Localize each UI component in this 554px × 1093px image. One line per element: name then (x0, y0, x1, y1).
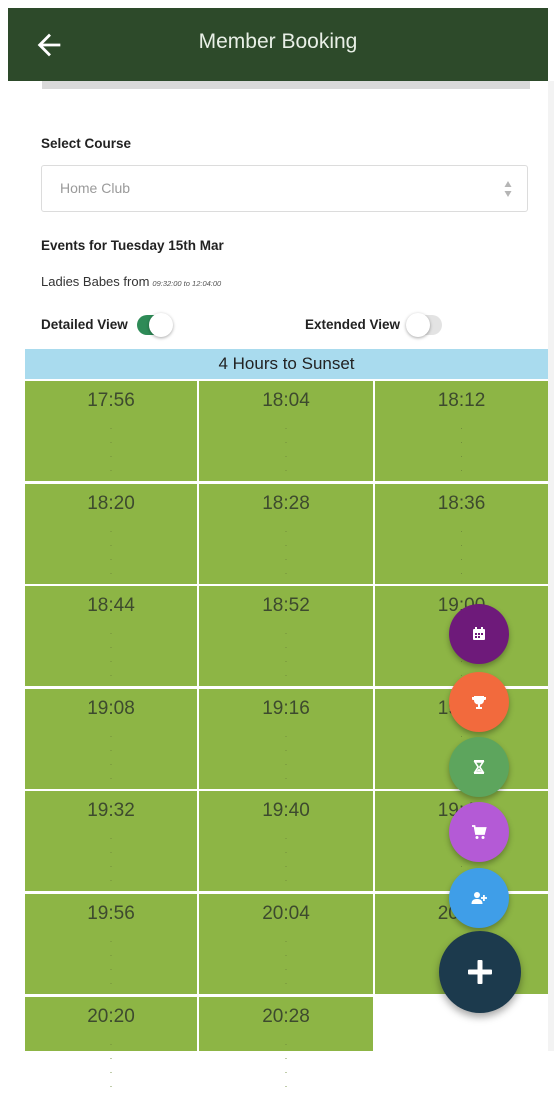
app-header: Member Booking (8, 8, 548, 81)
hourglass-icon (473, 760, 485, 774)
slot-placeholder-dots: ···· (109, 1039, 113, 1091)
slot-placeholder-dots: ···· (109, 423, 113, 475)
slot-placeholder-dots: ···· (284, 833, 288, 885)
tee-time-label: 18:44 (87, 595, 135, 616)
tee-time-slot[interactable]: 18:52 · · · · (199, 586, 373, 686)
event-time-range: 09:32:00 to 12:04:00 (152, 279, 222, 288)
slot-placeholder-dots: ···· (109, 628, 113, 680)
slot-placeholder-dots: ···· (109, 731, 113, 783)
select-arrows-icon (504, 181, 512, 197)
slot-placeholder-dots: ···· (460, 423, 463, 475)
tee-time-slot[interactable]: 18:36 · · · · (375, 484, 548, 584)
extended-view-toggle[interactable] (406, 313, 442, 337)
extended-view-label: Extended View (305, 317, 401, 332)
slot-placeholder-dots: ···· (284, 628, 288, 680)
calendar-icon (473, 627, 485, 640)
tee-time-slot[interactable]: 17:56 · · · · (25, 381, 197, 481)
tee-time-slot[interactable]: 18:28 · · · · (199, 484, 373, 584)
sunset-banner: 4 Hours to Sunset (25, 349, 548, 379)
tee-time-label: 18:12 (437, 390, 486, 411)
event-name: Ladies Babes from (41, 274, 150, 289)
tee-time-slot[interactable]: 18:20 · · · · (25, 484, 197, 584)
plus-icon (468, 960, 492, 984)
tee-time-label: 19:16 (262, 698, 310, 719)
slot-placeholder-dots: ···· (284, 423, 288, 475)
slot-placeholder-dots: ···· (284, 526, 288, 578)
add-user-icon (471, 892, 487, 904)
tee-time-slot[interactable]: 20:04 · · · · (199, 894, 373, 994)
main-add-fab[interactable] (439, 931, 521, 1013)
cart-fab[interactable] (449, 802, 509, 862)
tee-time-label: 18:28 (262, 493, 310, 514)
tee-time-label: 20:20 (87, 1006, 135, 1027)
slot-placeholder-dots: ···· (284, 936, 288, 988)
detailed-view-label: Detailed View (41, 317, 128, 332)
left-frame (0, 0, 8, 1051)
tee-time-slot[interactable]: 19:40 · · · · (199, 791, 373, 891)
add-user-fab[interactable] (449, 868, 509, 928)
event-item: Ladies Babes from 09:32:00 to 12:04:00 (41, 274, 221, 289)
tee-time-label: 18:36 (437, 493, 486, 514)
page-title: Member Booking (198, 30, 358, 53)
tee-time-slot[interactable]: 20:20 · · · · (25, 997, 197, 1091)
detailed-view-toggle[interactable] (137, 313, 173, 337)
tee-time-slot[interactable]: 19:08 · · · · (25, 689, 197, 789)
header-divider (42, 81, 530, 89)
tee-time-label: 18:04 (262, 390, 310, 411)
tee-time-label: 20:04 (262, 903, 310, 924)
slot-placeholder-dots: ···· (284, 1039, 288, 1091)
trophy-fab[interactable] (449, 672, 509, 732)
hourglass-fab[interactable] (449, 737, 509, 797)
select-course-label: Select Course (41, 136, 132, 151)
tee-time-label: 19:56 (87, 903, 135, 924)
right-edge (548, 81, 554, 1051)
slot-placeholder-dots: ···· (109, 526, 113, 578)
tee-time-slot[interactable]: 19:56 · · · · (25, 894, 197, 994)
trophy-icon (472, 696, 486, 709)
tee-time-label: 20:28 (262, 1006, 310, 1027)
toggle-knob (406, 313, 430, 337)
slot-placeholder-dots: ···· (284, 731, 288, 783)
slot-placeholder-dots: ···· (109, 936, 113, 988)
tee-time-label: 17:56 (87, 390, 135, 411)
tee-time-slot[interactable]: 18:44 · · · · (25, 586, 197, 686)
slot-placeholder-dots: ···· (109, 833, 113, 885)
tee-time-slot[interactable]: 18:12 · · · · (375, 381, 548, 481)
tee-time-slot[interactable]: 19:16 · · · · (199, 689, 373, 789)
tee-time-slot[interactable]: 18:04 · · · · (199, 381, 373, 481)
toggle-knob (149, 313, 173, 337)
slot-placeholder-dots: ···· (460, 526, 463, 578)
course-select[interactable]: Home Club (41, 165, 528, 212)
tee-time-slot[interactable]: 20:28 · · · · (199, 997, 373, 1091)
tee-time-label: 18:20 (87, 493, 135, 514)
events-heading: Events for Tuesday 15th Mar (41, 238, 224, 253)
tee-time-label: 18:52 (262, 595, 310, 616)
tee-time-label: 19:08 (87, 698, 135, 719)
tee-time-label: 19:40 (262, 800, 310, 821)
cart-icon (472, 825, 487, 839)
tee-time-label: 19:32 (87, 800, 135, 821)
tee-time-slot[interactable]: 19:32 · · · · (25, 791, 197, 891)
calendar-fab[interactable] (449, 604, 509, 664)
course-select-value: Home Club (60, 180, 131, 196)
